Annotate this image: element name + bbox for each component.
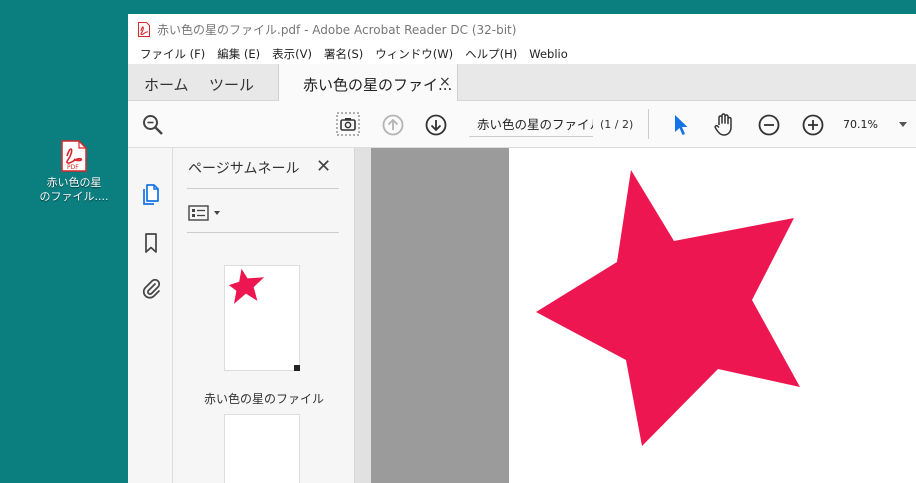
menu-bar: ファイル (F) 編集 (E) 表示(V) 署名(S) ウィンドウ(W) ヘルプ…: [128, 44, 916, 64]
zoom-level[interactable]: 70.1%: [843, 118, 878, 131]
toolbar-separator: [648, 109, 649, 139]
left-navigation-rail: [128, 148, 173, 483]
toolbar: 赤い色の星のファイル (1 / 2) 70.1%: [128, 101, 916, 148]
tab-document[interactable]: 赤い色の星のファイ... ×: [278, 64, 458, 101]
star-thumbnail: [228, 268, 265, 304]
tab-home[interactable]: ホーム: [144, 74, 189, 95]
zoom-out-icon[interactable]: [757, 113, 781, 137]
menu-window[interactable]: ウィンドウ(W): [369, 46, 459, 62]
divider: [187, 232, 339, 233]
menu-file[interactable]: ファイル (F): [134, 46, 211, 62]
menu-help[interactable]: ヘルプ(H): [459, 46, 523, 62]
bookmark-icon[interactable]: [140, 231, 162, 255]
tab-bar: ホーム ツール 赤い色の星のファイ... ×: [128, 64, 916, 101]
thumbnail-close-icon[interactable]: ✕: [316, 156, 331, 177]
title-bar[interactable]: 赤い色の星のファイル.pdf - Adobe Acrobat Reader DC…: [128, 14, 916, 44]
acrobat-window: 赤い色の星のファイル.pdf - Adobe Acrobat Reader DC…: [128, 14, 916, 483]
page-thumbnails-icon[interactable]: [140, 182, 162, 206]
next-page-icon[interactable]: [424, 113, 448, 137]
zoom-in-icon[interactable]: [801, 113, 825, 137]
attachment-icon[interactable]: [140, 275, 162, 299]
panel-gutter: [355, 148, 371, 483]
thumbnail-resize-handle[interactable]: [294, 365, 300, 371]
menu-weblio[interactable]: Weblio: [523, 47, 574, 61]
menu-edit[interactable]: 編集 (E): [211, 46, 266, 62]
snapshot-camera-icon[interactable]: [336, 112, 360, 136]
hand-tool-icon[interactable]: [712, 111, 738, 137]
page-count: (1 / 2): [600, 118, 634, 131]
menu-view[interactable]: 表示(V): [266, 46, 318, 62]
tab-close-icon[interactable]: ×: [439, 74, 451, 90]
tab-tools[interactable]: ツール: [209, 74, 254, 95]
divider: [187, 188, 339, 189]
window-title: 赤い色の星のファイル.pdf - Adobe Acrobat Reader DC…: [157, 22, 517, 37]
pdf-page: [509, 148, 916, 483]
thumbnail-page-1[interactable]: [224, 265, 300, 371]
thumbnail-options-icon[interactable]: [188, 204, 224, 222]
previous-page-icon[interactable]: [381, 113, 405, 137]
select-cursor-icon[interactable]: [672, 113, 690, 137]
document-view[interactable]: [371, 148, 916, 483]
thumbnail-panel-title: ページサムネール: [188, 161, 300, 177]
svg-text:PDF: PDF: [67, 164, 79, 171]
thumbnail-panel: ページサムネール ✕ 赤い色の星のファイル: [173, 148, 355, 483]
page-title-field[interactable]: 赤い色の星のファイル: [469, 115, 593, 137]
thumbnail-caption: 赤い色の星のファイル: [203, 392, 324, 406]
desktop-pdf-file[interactable]: PDF 赤い色の星 のファイル....: [38, 140, 110, 204]
thumbnail-page-2[interactable]: [224, 414, 300, 483]
acrobat-icon: [138, 21, 150, 37]
zoom-dropdown-icon[interactable]: [899, 122, 907, 127]
search-zoom-icon[interactable]: [141, 113, 165, 137]
menu-sign[interactable]: 署名(S): [318, 46, 369, 62]
red-star-image: [536, 170, 800, 446]
pdf-file-icon: PDF: [61, 140, 87, 172]
tab-document-label: 赤い色の星のファイ...: [303, 76, 453, 94]
desktop-file-label: 赤い色の星 のファイル....: [39, 176, 109, 203]
